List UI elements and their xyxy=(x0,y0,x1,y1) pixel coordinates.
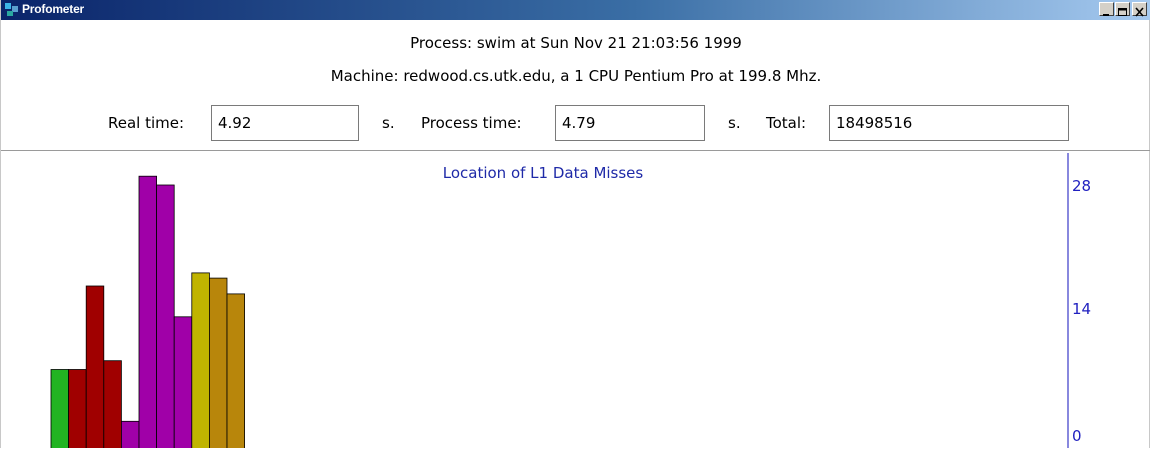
real-time-label: Real time: xyxy=(108,114,185,132)
process-info: Process: swim at Sun Nov 21 21:03:56 199… xyxy=(410,34,742,52)
chart-bar xyxy=(85,285,105,452)
y-tick-label: 28 xyxy=(1072,177,1091,195)
total-label: Total: xyxy=(766,114,807,132)
chart-bar xyxy=(121,420,140,452)
process-time-unit: s. xyxy=(728,114,741,132)
process-time-label: Process time: xyxy=(421,114,522,132)
chart-bar xyxy=(50,369,70,452)
chart-bar xyxy=(103,360,122,452)
chart-bar xyxy=(191,272,210,452)
window-controls xyxy=(1098,2,1147,17)
real-time-field[interactable]: 4.92 xyxy=(211,105,359,141)
chart-title: Location of L1 Data Misses xyxy=(443,164,644,182)
window-title: Profometer xyxy=(22,2,85,16)
real-time-unit: s. xyxy=(382,114,395,132)
profometer-app-icon xyxy=(5,3,18,16)
chart-bar xyxy=(173,316,193,452)
y-tick-label: 14 xyxy=(1072,300,1091,318)
chart-bar xyxy=(208,277,228,452)
l1-miss-chart: Location of L1 Data Misses 0 14 28 xyxy=(1,151,1150,452)
y-tick-label: 0 xyxy=(1072,427,1082,445)
chart-svg: Location of L1 Data Misses 0 14 28 xyxy=(50,153,1091,452)
chart-bar xyxy=(226,293,246,452)
chart-bar xyxy=(68,369,87,452)
profometer-window: Profometer Process: swim at Sun Nov 21 2… xyxy=(0,0,1150,452)
title-bar[interactable]: Profometer xyxy=(1,0,1150,20)
ticks-layer: 0 14 28 xyxy=(1072,177,1091,445)
close-icon[interactable] xyxy=(1132,2,1147,17)
chart-bar xyxy=(138,175,158,452)
maximize-icon[interactable] xyxy=(1115,2,1130,16)
machine-info: Machine: redwood.cs.utk.edu, a 1 CPU Pen… xyxy=(330,67,822,85)
minimize-icon[interactable] xyxy=(1099,2,1114,16)
process-time-field[interactable]: 4.79 xyxy=(555,105,705,141)
chart-bar xyxy=(156,184,175,452)
total-field[interactable]: 18498516 xyxy=(829,105,1069,141)
timing-fields: Real time: 4.92 s. Process time: 4.79 s.… xyxy=(1,105,1150,141)
bars-layer xyxy=(50,175,246,452)
